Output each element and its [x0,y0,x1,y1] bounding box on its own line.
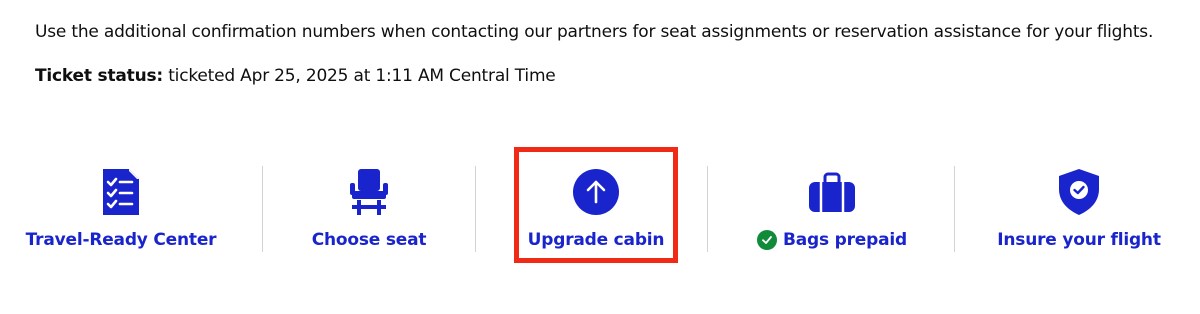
upgrade-cabin-highlight [514,147,678,263]
choose-seat-link[interactable]: Choose seat [305,150,433,260]
divider [262,166,263,252]
shield-check-icon [1059,162,1099,222]
bags-prepaid-link[interactable]: Bags prepaid [752,150,912,260]
travel-ready-center-link[interactable]: Travel-Ready Center [26,150,217,260]
divider [954,166,955,252]
seat-icon [350,162,388,222]
ticket-status: Ticket status: ticketed Apr 25, 2025 at … [35,66,556,86]
check-circle-icon [757,230,778,250]
luggage-icon [809,162,855,222]
choose-seat-label: Choose seat [311,230,427,250]
travel-ready-center-label: Travel-Ready Center [25,230,217,250]
ticket-status-label: Ticket status: [35,66,163,86]
insure-flight-link[interactable]: Insure your flight [997,150,1161,260]
divider [707,166,708,252]
insure-flight-label: Insure your flight [997,230,1161,250]
divider [475,166,476,252]
bags-prepaid-label: Bags prepaid [783,230,907,250]
checklist-document-icon [101,162,141,222]
confirmation-note: Use the additional confirmation numbers … [35,22,1154,42]
bags-prepaid-label-row: Bags prepaid [757,230,907,250]
ticket-status-value: ticketed Apr 25, 2025 at 1:11 AM Central… [168,66,556,86]
